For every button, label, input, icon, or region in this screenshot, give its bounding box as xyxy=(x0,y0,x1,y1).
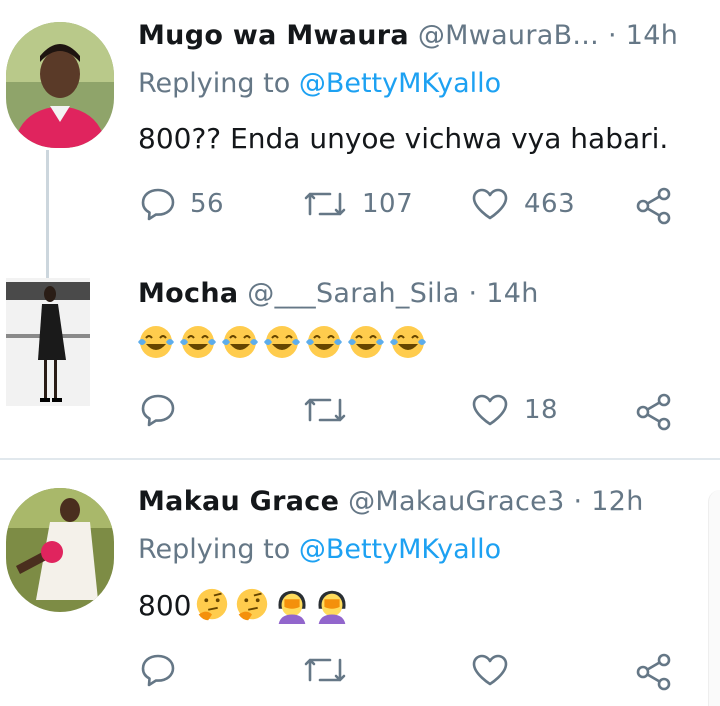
display-name[interactable]: Makau Grace xyxy=(138,486,339,517)
replying-to: Replying to @BettyMKyallo xyxy=(138,534,501,565)
tweet-emojis xyxy=(193,586,351,624)
reply-count: 56 xyxy=(190,189,225,219)
replying-to-link[interactable]: @BettyMKyallo xyxy=(299,534,501,565)
woman-facepalming-emoji xyxy=(318,590,346,624)
heart-icon xyxy=(472,188,508,220)
reply-button[interactable]: 56 xyxy=(140,186,224,222)
share-button[interactable] xyxy=(634,186,674,226)
share-button[interactable] xyxy=(634,392,674,432)
face-with-tears-of-joy-emoji xyxy=(306,326,342,358)
thinking-face-emoji xyxy=(237,588,268,621)
like-button[interactable]: 18 xyxy=(470,392,558,428)
tweet-header: Mugo wa Mwaura @MwauraB... · 14h xyxy=(138,20,678,51)
retweet-button[interactable]: 107 xyxy=(302,186,413,222)
retweet-button[interactable] xyxy=(302,652,348,688)
replying-prefix: Replying to xyxy=(138,534,299,565)
avatar[interactable] xyxy=(6,278,90,406)
thinking-face-emoji xyxy=(197,588,228,621)
avatar[interactable] xyxy=(6,22,114,148)
like-count: 463 xyxy=(524,189,576,219)
retweet-icon xyxy=(304,192,346,216)
retweet-count: 107 xyxy=(362,189,414,219)
tweet-text: 800 xyxy=(138,586,351,624)
reply-icon xyxy=(141,394,175,427)
replying-to-link[interactable]: @BettyMKyallo xyxy=(299,68,501,99)
share-button[interactable] xyxy=(634,652,674,692)
reply-button[interactable] xyxy=(140,392,176,428)
tweet-2[interactable]: Mocha @___Sarah_Sila · 14h 18 xyxy=(0,250,720,458)
reply-icon xyxy=(141,188,175,221)
reply-icon xyxy=(141,654,175,687)
tweet-3[interactable]: Makau Grace @MakauGrace3 · 12h Replying … xyxy=(0,460,720,706)
like-button[interactable] xyxy=(470,652,510,688)
tweet-emoji-text xyxy=(136,322,428,362)
user-handle[interactable]: @MwauraB... xyxy=(418,20,599,51)
face-with-tears-of-joy-emoji xyxy=(138,326,174,358)
tweet-text: 800?? Enda unyoe vichwa vya habari. xyxy=(138,122,669,155)
tweet-1[interactable]: Mugo wa Mwaura @MwauraB... · 14h Replyin… xyxy=(0,0,720,250)
tweet-header: Mocha @___Sarah_Sila · 14h xyxy=(138,278,539,309)
tweet-actions: 56 107 463 xyxy=(0,186,720,226)
retweet-icon xyxy=(304,398,346,422)
separator-dot: · xyxy=(607,20,617,51)
share-icon xyxy=(636,653,671,691)
replying-to: Replying to @BettyMKyallo xyxy=(138,68,501,99)
heart-icon xyxy=(472,394,508,426)
reply-button[interactable] xyxy=(140,652,176,688)
tweet-actions xyxy=(0,652,720,692)
like-count: 18 xyxy=(524,395,559,425)
like-button[interactable]: 463 xyxy=(470,186,575,222)
face-with-tears-of-joy-emoji xyxy=(390,326,426,358)
face-with-tears-of-joy-emoji xyxy=(348,326,384,358)
timestamp[interactable]: 14h xyxy=(486,278,538,309)
display-name[interactable]: Mocha xyxy=(138,278,238,309)
retweet-button[interactable] xyxy=(302,392,348,428)
tweet-actions: 18 xyxy=(0,392,720,432)
retweet-icon xyxy=(304,658,346,682)
avatar[interactable] xyxy=(6,488,114,612)
share-icon xyxy=(636,187,671,225)
user-handle[interactable]: @MakauGrace3 xyxy=(348,486,564,517)
tweet-header: Makau Grace @MakauGrace3 · 12h xyxy=(138,486,644,517)
tweet-text-number: 800 xyxy=(138,588,192,622)
face-with-tears-of-joy-emoji xyxy=(222,326,258,358)
heart-icon xyxy=(472,654,508,686)
separator-dot: · xyxy=(468,278,478,309)
share-icon xyxy=(636,393,671,431)
timestamp[interactable]: 14h xyxy=(626,20,678,51)
scroll-edge xyxy=(708,490,720,706)
timestamp[interactable]: 12h xyxy=(591,486,643,517)
face-with-tears-of-joy-emoji xyxy=(264,326,300,358)
woman-facepalming-emoji xyxy=(278,590,306,624)
user-handle[interactable]: @___Sarah_Sila xyxy=(247,278,459,309)
separator-dot: · xyxy=(573,486,583,517)
face-with-tears-of-joy-emoji xyxy=(180,326,216,358)
replying-prefix: Replying to xyxy=(138,68,299,99)
display-name[interactable]: Mugo wa Mwaura xyxy=(138,20,409,51)
